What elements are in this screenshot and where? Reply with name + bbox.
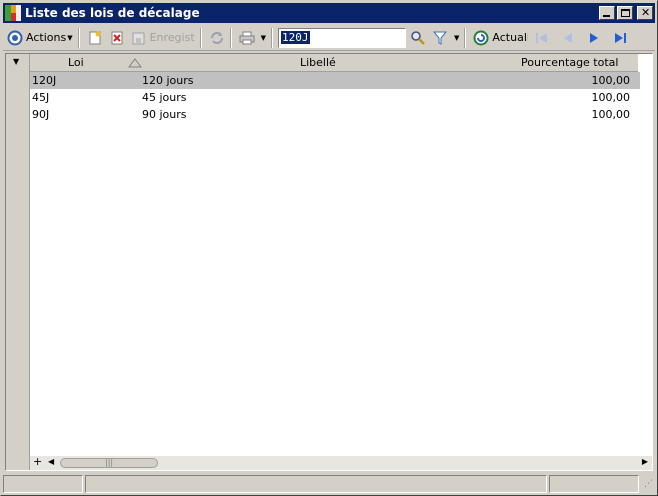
close-icon: ✕ [641,6,651,19]
status-bar: ⋰ [3,475,655,493]
first-record-button[interactable] [532,27,552,49]
column-header-libelle[interactable]: Libellé [300,56,336,69]
toolbar-separator [271,27,274,48]
last-page-icon [612,30,628,46]
filter-icon [432,30,448,46]
search-input[interactable]: 120J [281,30,310,44]
next-icon [586,30,602,46]
search-input-box[interactable]: 120J [278,27,407,48]
refresh-button[interactable]: Actualis [471,27,530,49]
cell-pourcentage: 100,00 [591,91,631,104]
status-panel [3,475,83,493]
scroll-left-icon[interactable]: ◀ [48,457,54,466]
toolbar-separator [77,27,80,48]
grip-icon: ||| [105,458,114,467]
chevron-down-icon[interactable]: ▼ [13,57,19,66]
filter-button[interactable]: ▼ [430,27,461,49]
actions-label: Actions [26,31,67,44]
app-icon [5,5,21,21]
toolbar-separator [464,27,467,48]
search-button[interactable] [408,27,428,49]
column-header-pourcentage[interactable]: Pourcentage total [521,56,618,69]
minimize-icon [603,15,610,17]
cell-loi: 120J [32,74,57,87]
next-record-button[interactable] [584,27,604,49]
print-button[interactable]: ▼ [237,27,268,49]
table-row[interactable]: 120J 120 jours 100,00 [30,72,640,89]
toolbar-separator [229,27,232,48]
actions-button[interactable]: Actions ▼ [5,27,75,49]
refresh-label: Actualis [492,31,528,44]
sort-ascending-icon [128,58,142,71]
refresh-icon [473,30,489,46]
chevron-down-icon: ▼ [67,33,73,42]
close-button[interactable]: ✕ [637,6,653,20]
chevron-down-icon[interactable]: ▼ [454,34,459,42]
row-selector-column[interactable]: ▼ [6,54,30,470]
cell-loi: 45J [32,91,50,104]
toolbar-separator [199,27,202,48]
previous-icon [560,30,576,46]
save-icon [131,30,147,46]
new-document-icon [87,30,103,46]
scroll-right-icon[interactable]: ▶ [642,457,648,466]
new-button[interactable] [85,27,105,49]
cell-pourcentage: 100,00 [591,108,631,121]
actions-icon [7,30,23,46]
column-header-loi[interactable]: Loi [68,56,84,69]
sync-button[interactable] [207,27,227,49]
search-icon [410,30,426,46]
grid-header: Loi Libellé Pourcentage total [30,54,638,72]
status-panel [549,475,639,493]
sync-icon [209,30,225,46]
cell-loi: 90J [32,108,50,121]
first-page-icon [534,30,550,46]
chevron-down-icon[interactable]: ▼ [261,34,266,42]
maximize-icon [621,9,630,17]
last-record-button[interactable] [610,27,630,49]
cell-pourcentage: 100,00 [591,74,631,87]
title-bar[interactable]: Liste des lois de décalage ✕ [3,3,655,23]
main-window: Liste des lois de décalage ✕ Actions ▼ E… [0,0,658,496]
previous-record-button[interactable] [558,27,578,49]
maximize-button[interactable] [617,6,633,20]
delete-button[interactable] [107,27,127,49]
window-title: Liste des lois de décalage [25,6,200,20]
minimize-button[interactable] [599,6,615,20]
status-panel [85,475,547,493]
delete-icon [109,30,125,46]
resize-grip-icon[interactable]: ⋰ [644,479,653,489]
cell-libelle: 45 jours [142,91,187,104]
save-button[interactable]: Enregist [129,27,197,49]
horizontal-scrollbar[interactable]: + ◀ ||| ▶ [30,455,652,470]
toolbar: Actions ▼ Enregist ▼ 120J ▼ Actual [3,25,655,51]
save-label: Enregist [149,31,195,44]
cell-libelle: 120 jours [142,74,194,87]
data-grid: ▼ Loi Libellé Pourcentage total 120J 120… [5,53,653,471]
scrollbar-thumb[interactable]: ||| [60,458,158,468]
table-row[interactable]: 45J 45 jours 100,00 [30,89,640,106]
add-icon[interactable]: + [33,455,42,468]
table-row[interactable]: 90J 90 jours 100,00 [30,106,640,123]
printer-icon [239,30,255,46]
cell-libelle: 90 jours [142,108,187,121]
